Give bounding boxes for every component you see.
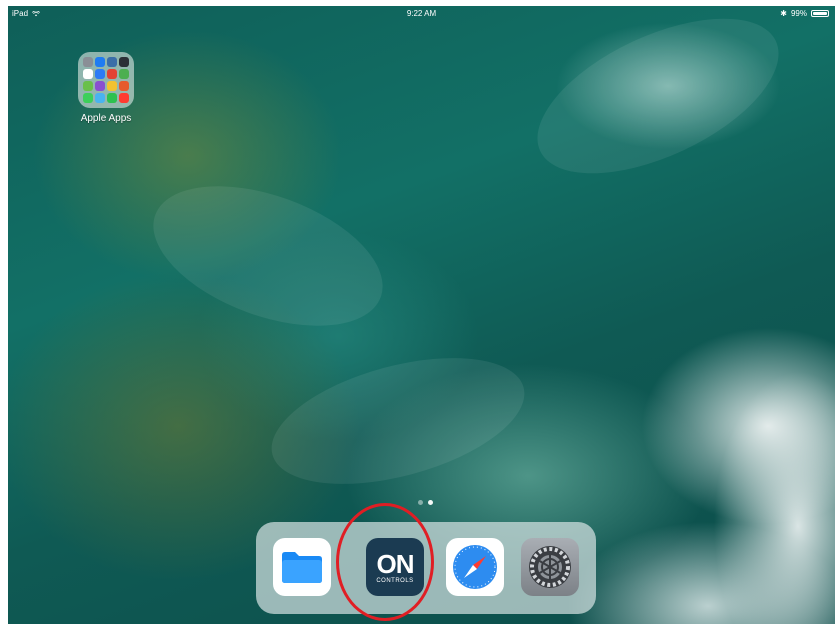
settings-app-icon[interactable]	[521, 538, 579, 596]
folder-mini-app-icon	[95, 81, 105, 91]
folder-label: Apple Apps	[80, 113, 132, 124]
oncontrols-app-icon[interactable]: ON CONTROLS	[366, 538, 424, 596]
oncontrols-logo-text: ON	[376, 549, 415, 579]
oncontrols-logo-sub: CONTROLS	[376, 578, 414, 584]
wave-foam	[514, 6, 802, 206]
wave-foam	[258, 334, 538, 508]
folder-mini-app-icon	[83, 69, 93, 79]
folder-mini-app-icon	[107, 81, 117, 91]
folder-mini-app-icon	[119, 81, 129, 91]
wave-foam	[134, 158, 402, 354]
bluetooth-icon: ✱	[780, 9, 787, 18]
page-dot[interactable]	[418, 500, 423, 505]
folder-mini-app-icon	[83, 81, 93, 91]
folder-mini-app-icon	[83, 93, 93, 103]
folder-icon	[282, 552, 322, 583]
page-indicator[interactable]	[418, 500, 433, 505]
folder-mini-app-icon	[95, 57, 105, 67]
safari-app-icon[interactable]	[446, 538, 504, 596]
folder-mini-app-icon	[107, 69, 117, 79]
folder-mini-app-icon	[119, 93, 129, 103]
compass-icon	[453, 545, 497, 589]
clock: 9:22 AM	[406, 9, 437, 18]
folder-mini-app-icon	[119, 69, 129, 79]
folder-mini-app-icon	[119, 57, 129, 67]
status-bar: iPad 9:22 AM ✱ 99%	[8, 6, 835, 22]
folder-icon[interactable]	[78, 52, 134, 108]
page-dot-active[interactable]	[428, 500, 433, 505]
battery-percent: 99%	[790, 9, 807, 18]
folder-mini-app-icon	[107, 93, 117, 103]
folder-mini-app-icon	[83, 57, 93, 67]
folder-apple-apps[interactable]: Apple Apps	[75, 52, 137, 124]
gear-icon	[529, 546, 571, 588]
dock: ON CONTROLS	[256, 522, 596, 614]
folder-mini-app-icon	[95, 93, 105, 103]
folder-mini-app-icon	[95, 69, 105, 79]
battery-icon	[811, 10, 829, 17]
files-app-icon[interactable]	[273, 538, 331, 596]
folder-mini-app-icon	[107, 57, 117, 67]
